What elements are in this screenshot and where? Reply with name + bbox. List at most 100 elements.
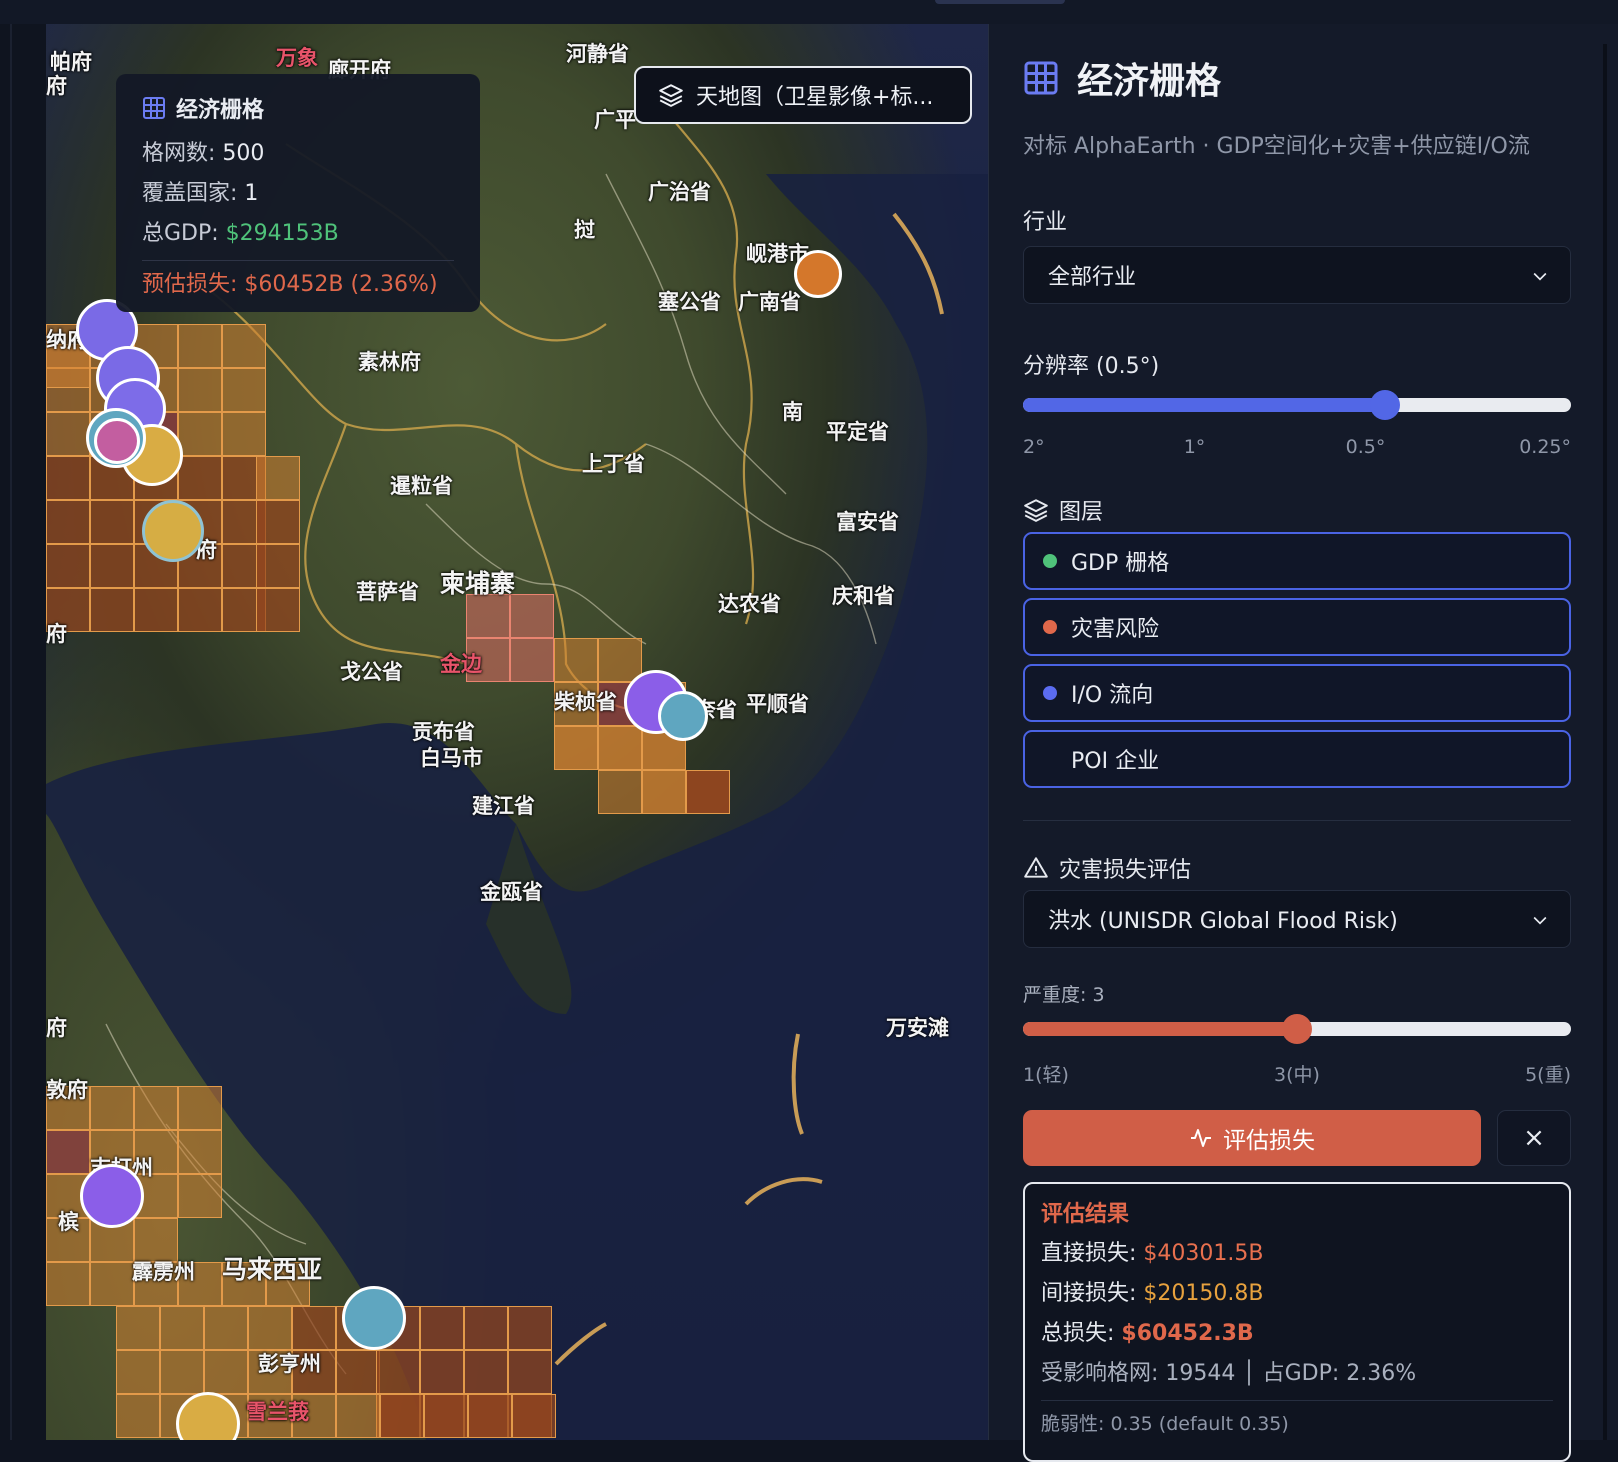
- io-flow-dot[interactable]: [658, 691, 708, 741]
- gdp-grid-cell[interactable]: [160, 1350, 204, 1394]
- gdp-grid-cell[interactable]: [468, 1394, 512, 1438]
- gdp-grid-cell[interactable]: [554, 638, 598, 682]
- gdp-grid-cell[interactable]: [510, 594, 554, 638]
- map-place-label: 万象: [276, 46, 318, 70]
- gdp-grid-cell[interactable]: [90, 1262, 134, 1306]
- gdp-grid-cell[interactable]: [424, 1394, 468, 1438]
- gdp-grid-cell[interactable]: [508, 1306, 552, 1350]
- gdp-grid-cell[interactable]: [46, 500, 90, 544]
- gdp-grid-cell[interactable]: [510, 638, 554, 682]
- gdp-grid-cell[interactable]: [116, 1350, 160, 1394]
- gdp-grid-cell[interactable]: [90, 1086, 134, 1130]
- gdp-grid-cell[interactable]: [90, 588, 134, 632]
- gdp-grid-cell[interactable]: [256, 544, 300, 588]
- gdp-grid-cell[interactable]: [46, 1262, 90, 1306]
- gdp-grid-cell[interactable]: [336, 1350, 380, 1394]
- gdp-grid-cell[interactable]: [178, 412, 222, 456]
- gdp-grid-cell[interactable]: [512, 1394, 556, 1438]
- gdp-grid-cell[interactable]: [464, 1350, 508, 1394]
- resolution-slider-handle[interactable]: [1370, 390, 1400, 420]
- slider-tick-label: 1(轻): [1023, 1064, 1069, 1086]
- layer-toggle[interactable]: POI 企业: [1023, 730, 1571, 788]
- gdp-grid-cell[interactable]: [134, 588, 178, 632]
- severity-slider-handle[interactable]: [1282, 1014, 1312, 1044]
- gdp-grid-cell[interactable]: [204, 1350, 248, 1394]
- gdp-grid-cell[interactable]: [178, 588, 222, 632]
- io-flow-dot[interactable]: [80, 1164, 144, 1228]
- slider-tick-label: 2°: [1023, 436, 1045, 458]
- gdp-grid-cell[interactable]: [90, 500, 134, 544]
- layer-color-dot: [1043, 752, 1057, 766]
- panel-scrollbar[interactable]: [1603, 44, 1607, 1440]
- gdp-grid-cell[interactable]: [464, 1306, 508, 1350]
- layer-toggle[interactable]: GDP 栅格: [1023, 532, 1571, 590]
- layer-toggle[interactable]: 灾害风险: [1023, 598, 1571, 656]
- gdp-grid-cell[interactable]: [508, 1350, 552, 1394]
- activity-icon: [1191, 1129, 1211, 1147]
- gdp-grid-cell[interactable]: [554, 726, 598, 770]
- gdp-grid-cell[interactable]: [46, 544, 90, 588]
- gdp-grid-cell[interactable]: [256, 500, 300, 544]
- map-place-label: 平定省: [826, 420, 889, 444]
- gdp-grid-cell[interactable]: [116, 1306, 160, 1350]
- gdp-grid-cell[interactable]: [292, 1306, 336, 1350]
- gdp-grid-cell[interactable]: [178, 368, 222, 412]
- gdp-grid-cell[interactable]: [380, 1394, 424, 1438]
- map-place-label: 平顺省: [746, 692, 809, 716]
- gdp-grid-cell[interactable]: [598, 726, 642, 770]
- gdp-grid-cell[interactable]: [116, 1394, 160, 1438]
- gdp-grid-cell[interactable]: [178, 456, 222, 500]
- active-tab-indicator[interactable]: [935, 0, 1065, 4]
- gdp-grid-cell[interactable]: [376, 1350, 420, 1394]
- grid-count-value: 500: [222, 141, 265, 166]
- map-place-label: 南: [782, 400, 803, 424]
- gdp-grid-cell[interactable]: [222, 412, 266, 456]
- gdp-grid-cell[interactable]: [598, 770, 642, 814]
- slider-tick-label: 5(重): [1525, 1064, 1571, 1086]
- map-place-label: 柴桢省: [554, 690, 617, 714]
- gdp-grid-cell[interactable]: [598, 638, 642, 682]
- industry-select[interactable]: 全部行业: [1023, 246, 1571, 304]
- gdp-grid-cell[interactable]: [46, 456, 90, 500]
- gdp-grid-cell[interactable]: [642, 770, 686, 814]
- io-flow-dot[interactable]: [342, 1286, 406, 1350]
- hazard-dot[interactable]: [94, 418, 140, 464]
- gdp-grid-cell[interactable]: [46, 412, 90, 456]
- gdp-grid-cell[interactable]: [178, 1130, 222, 1174]
- basemap-switch-button[interactable]: 天地图（卫星影像+标...: [634, 66, 972, 124]
- layer-toggle[interactable]: I/O 流向: [1023, 664, 1571, 722]
- gdp-grid-cell[interactable]: [204, 1306, 248, 1350]
- gdp-grid-cell[interactable]: [90, 544, 134, 588]
- gdp-grid-cell[interactable]: [420, 1306, 464, 1350]
- gdp-grid-cell[interactable]: [256, 588, 300, 632]
- gdp-grid-cell[interactable]: [134, 1086, 178, 1130]
- gdp-grid-cell[interactable]: [466, 594, 510, 638]
- slider-tick-label: 0.5°: [1345, 436, 1386, 458]
- hazard-dot[interactable]: [794, 250, 842, 298]
- gdp-grid-cell[interactable]: [222, 368, 266, 412]
- map-place-label: 达农省: [718, 592, 781, 616]
- gdp-grid-cell[interactable]: [686, 770, 730, 814]
- map-place-label: 河静省: [566, 42, 629, 66]
- hazard-select[interactable]: 洪水 (UNISDR Global Flood Risk): [1023, 890, 1571, 948]
- satellite-map[interactable]: 帕府 万象 廊开府 河静省 广平 广治省挝岘港市 塞公省 广南省 纳府 素林府南平定省 上丁省 暹粒省…: [46, 24, 988, 1440]
- gdp-grid-cell[interactable]: [336, 1394, 380, 1438]
- gdp-grid-cell[interactable]: [256, 456, 300, 500]
- resolution-slider[interactable]: [1023, 390, 1571, 420]
- map-place-label: 素林府: [358, 350, 421, 374]
- layer-color-dot: [1043, 554, 1057, 568]
- gdp-grid-cell[interactable]: [178, 1174, 222, 1218]
- gdp-grid-cell[interactable]: [178, 324, 222, 368]
- poi-dot[interactable]: [142, 500, 204, 562]
- severity-slider[interactable]: [1023, 1014, 1571, 1044]
- gdp-grid-cell[interactable]: [178, 1086, 222, 1130]
- gdp-grid-cell[interactable]: [160, 1306, 204, 1350]
- gdp-grid-cell[interactable]: [46, 1130, 90, 1174]
- evaluate-loss-button[interactable]: 评估损失: [1023, 1110, 1481, 1166]
- clear-button[interactable]: ×: [1497, 1110, 1571, 1166]
- gdp-grid-cell[interactable]: [222, 324, 266, 368]
- gdp-grid-cell[interactable]: [420, 1350, 464, 1394]
- grid-icon: [143, 97, 165, 119]
- map-place-label: 府: [46, 622, 67, 646]
- gdp-grid-cell[interactable]: [248, 1306, 292, 1350]
